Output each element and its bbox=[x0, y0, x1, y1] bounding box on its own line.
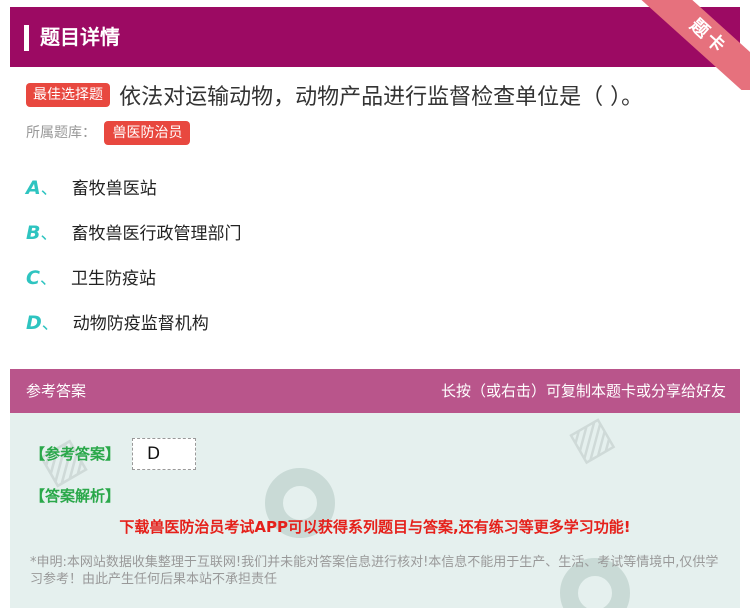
question-bank: 所属题库： 兽医防治员 bbox=[26, 121, 191, 145]
option-letter: B bbox=[26, 222, 41, 244]
option-letter: C bbox=[26, 267, 40, 289]
bank-label: 所属题库： bbox=[26, 125, 96, 141]
option-letter: D bbox=[26, 312, 42, 334]
option-c[interactable]: C、 卫生防疫站 bbox=[26, 263, 156, 293]
reference-answer-label: 【参考答案】 bbox=[30, 445, 121, 463]
header-accent-bar bbox=[24, 25, 29, 51]
share-hint: 长按（或右击）可复制本题卡或分享给好友 bbox=[440, 382, 726, 400]
reference-answer-value: D bbox=[132, 438, 196, 470]
option-text: 动物防疫监督机构 bbox=[72, 314, 209, 334]
corner-ribbon: 题卡 bbox=[640, 0, 750, 90]
answer-bar: 参考答案 长按（或右击）可复制本题卡或分享给好友 bbox=[10, 369, 740, 413]
option-b[interactable]: B、 畜牧兽医行政管理部门 bbox=[26, 218, 241, 248]
answer-bar-title: 参考答案 bbox=[26, 382, 87, 400]
download-promo-link[interactable]: 下载兽医防治员考试APP可以获得系列题目与答案,还有练习等更多学习功能! bbox=[10, 516, 740, 537]
disclaimer-text: *申明:本网站数据收集整理于互联网!我们并未能对答案信息进行核对!本信息不能用于… bbox=[30, 555, 719, 587]
option-text: 畜牧兽医行政管理部门 bbox=[71, 224, 242, 244]
option-a[interactable]: A、 畜牧兽医站 bbox=[26, 173, 157, 203]
question-type-badge: 最佳选择题 bbox=[26, 83, 110, 107]
option-letter: A bbox=[26, 177, 41, 199]
page-title: 题目详情 bbox=[40, 25, 120, 49]
bank-badge[interactable]: 兽医防治员 bbox=[104, 121, 191, 145]
option-text: 畜牧兽医站 bbox=[71, 179, 157, 199]
question-block: 最佳选择题 依法对运输动物，动物产品进行监督检查单位是（ ）。 bbox=[26, 79, 736, 111]
analysis-label: 【答案解析】 bbox=[30, 487, 121, 505]
watermark-glyph: ▨ bbox=[560, 413, 622, 471]
answer-panel: ▨ ▨ 【参考答案】 D 【答案解析】 下载兽医防治员考试APP可以获得系列题目… bbox=[10, 413, 740, 608]
option-text: 卫生防疫站 bbox=[70, 269, 156, 289]
ribbon-label: 题卡 bbox=[640, 0, 750, 90]
page-header: 题目详情 bbox=[10, 7, 740, 67]
question-text: 依法对运输动物，动物产品进行监督检查单位是（ ）。 bbox=[119, 85, 644, 110]
option-d[interactable]: D、 动物防疫监督机构 bbox=[26, 308, 209, 338]
